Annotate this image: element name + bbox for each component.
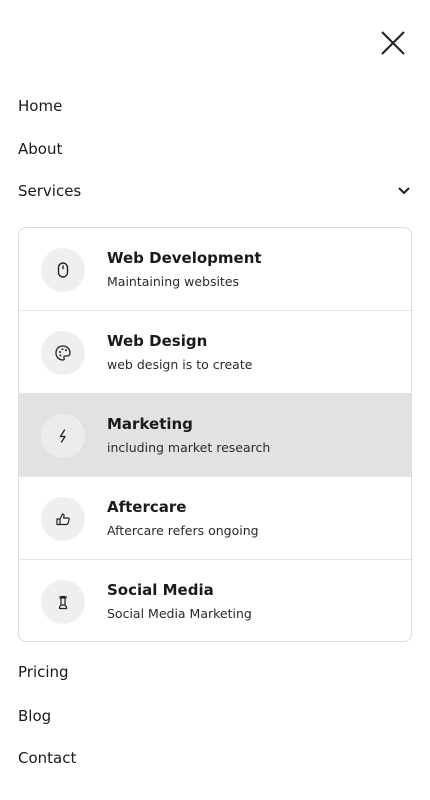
service-title: Aftercare: [107, 498, 187, 516]
service-title: Social Media: [107, 581, 214, 599]
thumbs-up-icon: [41, 497, 85, 541]
service-item-aftercare[interactable]: Aftercare Aftercare refers ongoing: [19, 477, 411, 560]
service-item-web-design[interactable]: Web Design web design is to create: [19, 311, 411, 394]
service-subtitle: including market research: [107, 440, 271, 455]
nav-about[interactable]: About: [18, 139, 62, 159]
chess-rook-icon: [41, 580, 85, 624]
nav-pricing[interactable]: Pricing: [18, 662, 69, 682]
nav-contact[interactable]: Contact: [18, 748, 76, 768]
service-title: Web Design: [107, 332, 208, 350]
nav-blog[interactable]: Blog: [18, 706, 51, 726]
service-item-social-media[interactable]: Social Media Social Media Marketing: [19, 560, 411, 641]
services-dropdown: Web Development Maintaining websites Web…: [18, 227, 412, 642]
service-subtitle: Social Media Marketing: [107, 606, 252, 621]
close-icon: [381, 31, 405, 55]
service-item-web-development[interactable]: Web Development Maintaining websites: [19, 228, 411, 311]
service-title: Web Development: [107, 249, 262, 267]
chevron-down-icon: [398, 187, 410, 194]
palette-icon: [41, 331, 85, 375]
service-subtitle: web design is to create: [107, 357, 253, 372]
service-item-marketing[interactable]: Marketing including market research: [19, 394, 411, 477]
mouse-icon: [41, 248, 85, 292]
lightning-icon: [41, 414, 85, 458]
service-subtitle: Aftercare refers ongoing: [107, 523, 259, 538]
service-title: Marketing: [107, 415, 193, 433]
service-subtitle: Maintaining websites: [107, 274, 240, 289]
close-button[interactable]: [374, 24, 412, 62]
services-toggle[interactable]: [395, 184, 413, 198]
nav-services[interactable]: Services: [18, 181, 81, 201]
nav-home[interactable]: Home: [18, 96, 62, 116]
